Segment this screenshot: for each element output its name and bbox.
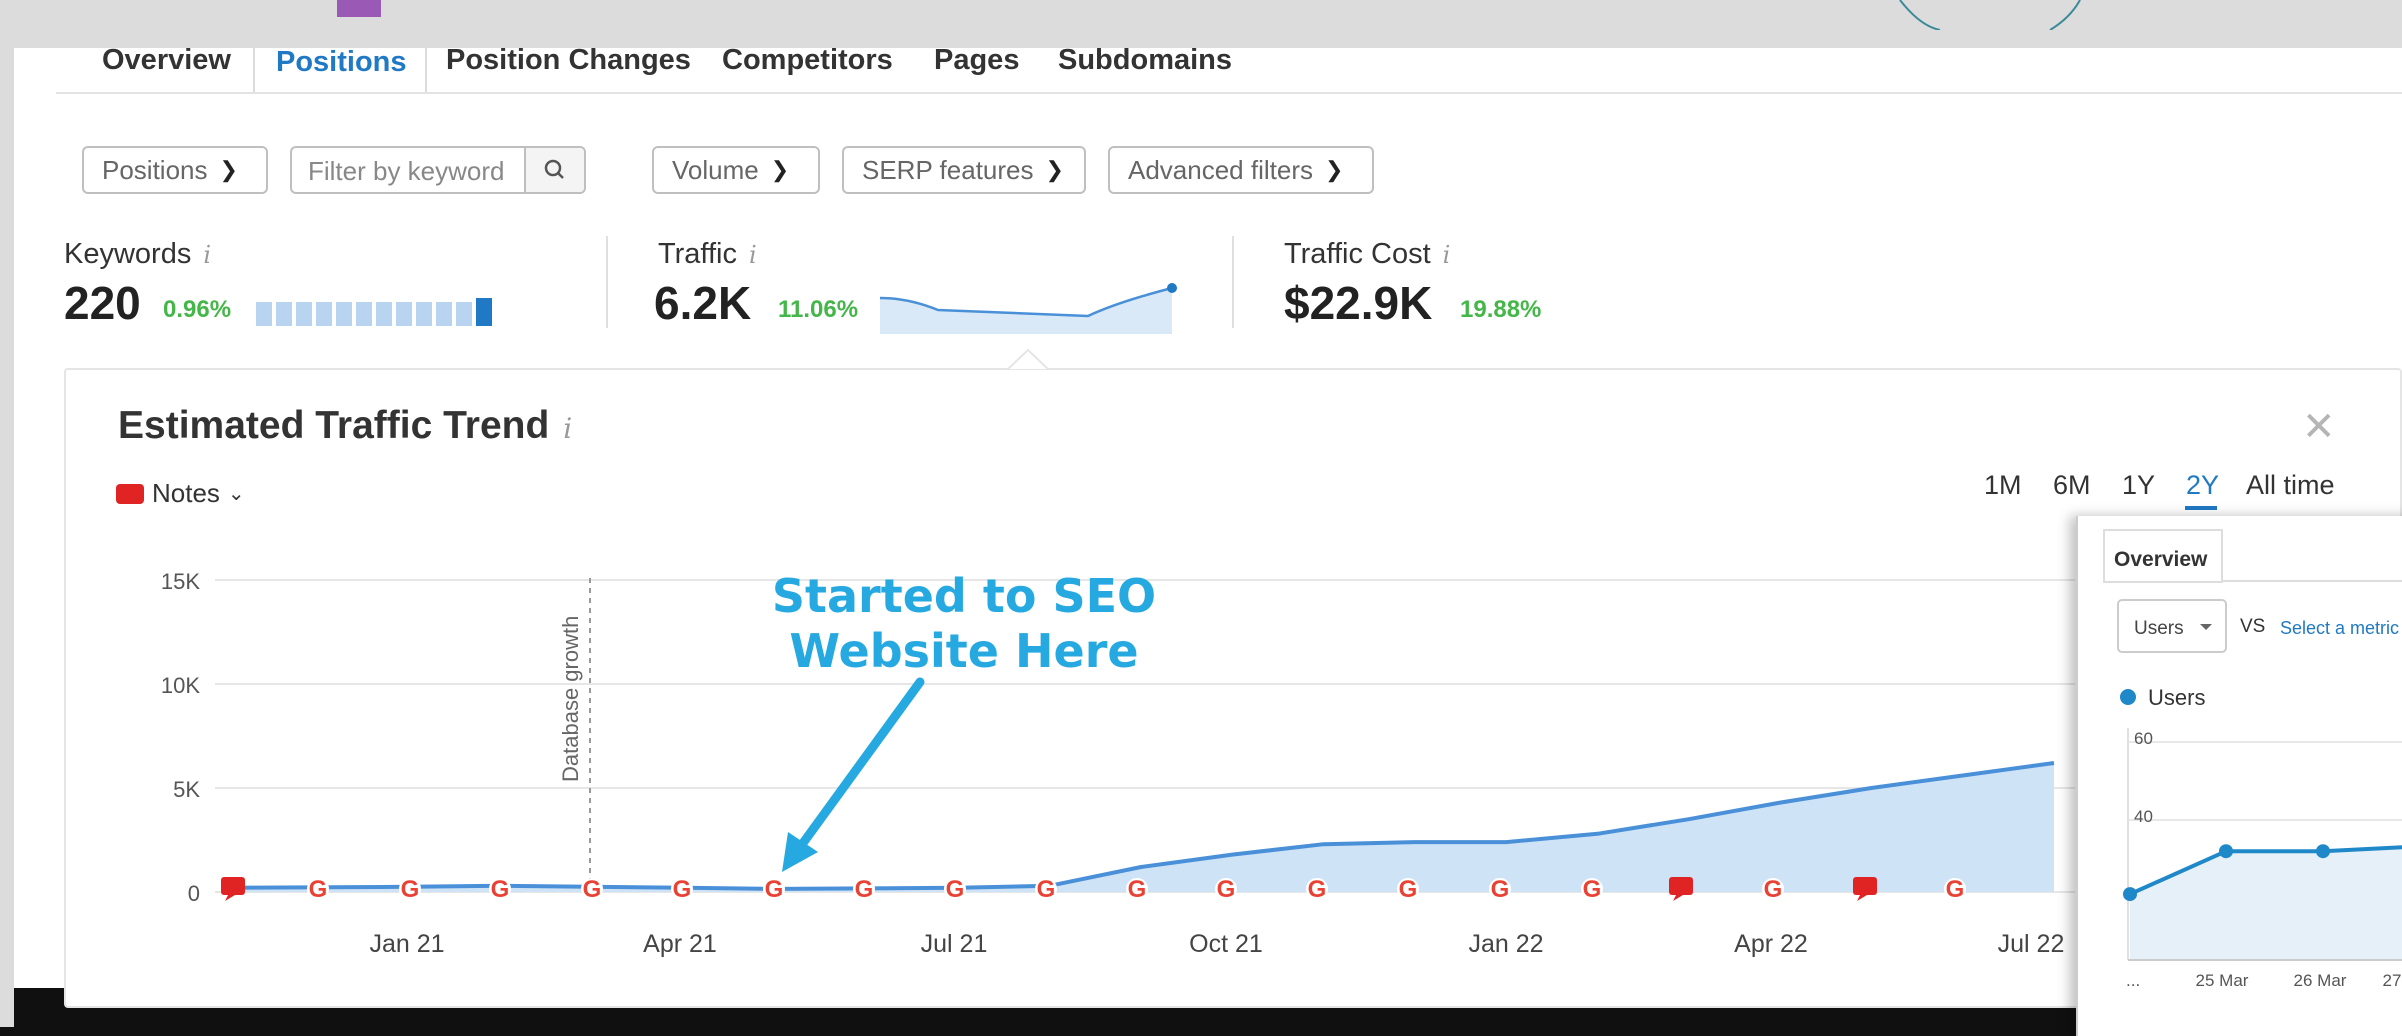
ga-y-tick-label: 40	[2134, 807, 2153, 826]
ga-x-tick-label: 27	[2383, 971, 2402, 990]
ga-y-tick-label: 60	[2134, 729, 2153, 748]
ga-legend-dot	[2120, 689, 2136, 705]
ga-select-metric: Select a metric	[2280, 618, 2399, 638]
ga-users-point	[2316, 844, 2330, 859]
ga-x-tick-label: 25 Mar	[2196, 971, 2249, 990]
analytics-users-chart: Overview Users VS Select a metric Users 60 40 2…	[2103, 529, 2402, 990]
ga-x-tick-label: ...	[2126, 971, 2140, 990]
ga-metric-label: Users	[2134, 618, 2184, 639]
ga-users-point	[2219, 844, 2233, 859]
ga-vs-label: VS	[2240, 616, 2265, 637]
ga-x-tick-label: 26 Mar	[2294, 971, 2347, 990]
ga-users-point	[2123, 887, 2137, 902]
ga-legend-label: Users	[2148, 685, 2205, 710]
ga-tab-label: Overview	[2114, 548, 2208, 571]
ga-users-area	[2130, 847, 2402, 960]
